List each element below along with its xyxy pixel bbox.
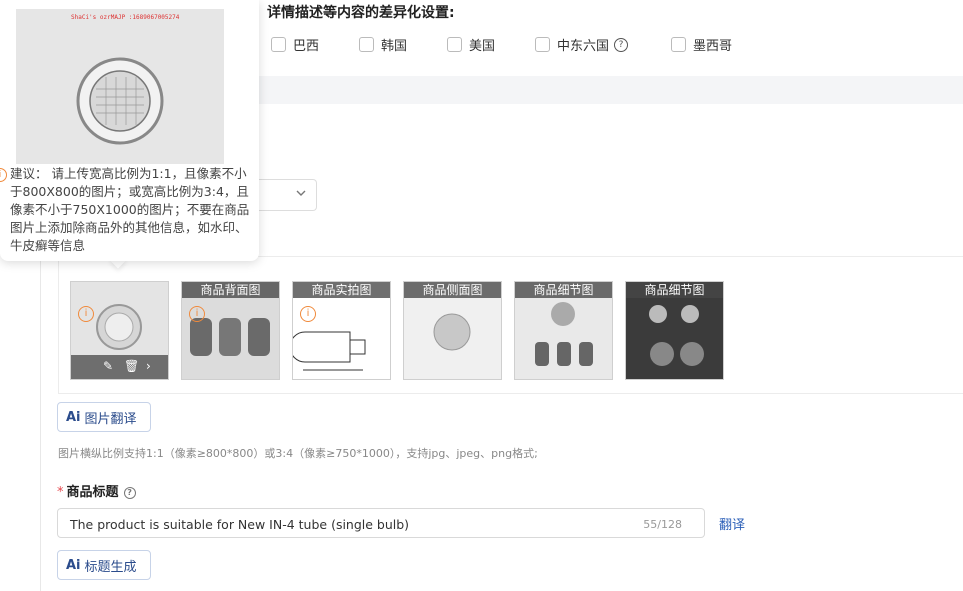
checkbox-box[interactable] <box>359 37 374 52</box>
checkbox-box[interactable] <box>671 37 686 52</box>
image-translate-button[interactable]: Ai 图片翻译 <box>57 402 151 432</box>
product-image-main[interactable]: i ✎ 🗑 › <box>70 281 169 380</box>
chevron-right-icon[interactable]: › <box>146 359 151 373</box>
tooltip-text: 建议： 请上传宽高比例为1:1，且像素不小于800X800的图片；或宽高比例为3… <box>10 166 250 253</box>
button-label: 标题生成 <box>84 559 137 575</box>
image-caption: 商品细节图 <box>626 282 723 298</box>
edit-icon[interactable]: ✎ <box>103 359 113 373</box>
checkbox-mexico[interactable]: 墨西哥 <box>671 35 732 54</box>
checkbox-brazil[interactable]: 巴西 <box>271 35 319 54</box>
checkbox-korea[interactable]: 韩国 <box>359 35 407 54</box>
image-caption: 商品细节图 <box>515 282 612 298</box>
product-image-detail-1[interactable]: 商品细节图 <box>514 281 613 380</box>
image-format-hint: 图片横纵比例支持1:1（像素≥800*800）或3:4（像素≥750*1000）… <box>58 447 538 460</box>
help-icon[interactable]: ? <box>123 486 136 499</box>
checkbox-box[interactable] <box>535 37 550 52</box>
delete-icon[interactable]: 🗑 <box>124 359 139 373</box>
image-caption: 商品实拍图 <box>293 282 390 298</box>
chevron-down-icon <box>296 187 306 201</box>
differentiation-heading: 详情描述等内容的差异化设置: <box>267 5 455 21</box>
checkbox-label: 韩国 <box>381 39 408 54</box>
category-select[interactable] <box>250 179 317 211</box>
product-image-side[interactable]: 商品侧面图 <box>403 281 502 380</box>
checkbox-label: 巴西 <box>293 39 320 54</box>
warning-icon: i <box>300 306 316 322</box>
product-image-real[interactable]: 商品实拍图 i <box>292 281 391 380</box>
product-title-label: * 商品标题? <box>57 481 136 500</box>
image-caption: 商品侧面图 <box>404 282 501 298</box>
checkbox-label: 美国 <box>469 39 496 54</box>
product-title-input[interactable]: The product is suitable for New IN-4 tub… <box>57 508 705 538</box>
ai-badge: Ai <box>66 409 81 425</box>
section-divider <box>258 76 963 104</box>
help-icon[interactable]: ? <box>614 37 629 52</box>
title-generate-button[interactable]: Ai 标题生成 <box>57 550 151 580</box>
checkbox-middle-east[interactable]: 中东六国 ? <box>535 35 629 54</box>
label-text: 商品标题 <box>66 485 119 500</box>
checkbox-box[interactable] <box>447 37 462 52</box>
checkbox-box[interactable] <box>271 37 286 52</box>
svg-text:ShaCi's ozrMAJP :1689067005274: ShaCi's ozrMAJP :1689067005274 <box>71 14 180 21</box>
checkbox-usa[interactable]: 美国 <box>447 35 495 54</box>
button-label: 图片翻译 <box>84 411 137 427</box>
warning-icon: i <box>0 168 7 182</box>
image-caption: 商品背面图 <box>182 282 279 298</box>
product-image-detail-2[interactable]: 商品细节图 <box>625 281 724 380</box>
checkbox-label: 墨西哥 <box>693 39 733 54</box>
checkbox-label: 中东六国 <box>557 39 610 54</box>
warning-icon: i <box>78 306 94 322</box>
tooltip-preview-image: ShaCi's ozrMAJP :1689067005274 <box>16 9 224 164</box>
warning-icon: i <box>189 306 205 322</box>
input-value[interactable]: The product is suitable for New IN-4 tub… <box>70 517 409 532</box>
ai-badge: Ai <box>66 557 81 573</box>
image-tooltip: ShaCi's ozrMAJP :1689067005274 i 建议： 请上传… <box>0 0 259 261</box>
required-mark: * <box>57 485 64 500</box>
tube-preview-photo: ShaCi's ozrMAJP :1689067005274 <box>16 9 224 164</box>
translate-link[interactable]: 翻译 <box>719 514 745 533</box>
product-image-back[interactable]: 商品背面图 i <box>181 281 280 380</box>
image-toolbar: ✎ 🗑 › <box>71 355 168 379</box>
left-border <box>40 258 41 591</box>
char-counter: 55/128 <box>643 518 682 531</box>
